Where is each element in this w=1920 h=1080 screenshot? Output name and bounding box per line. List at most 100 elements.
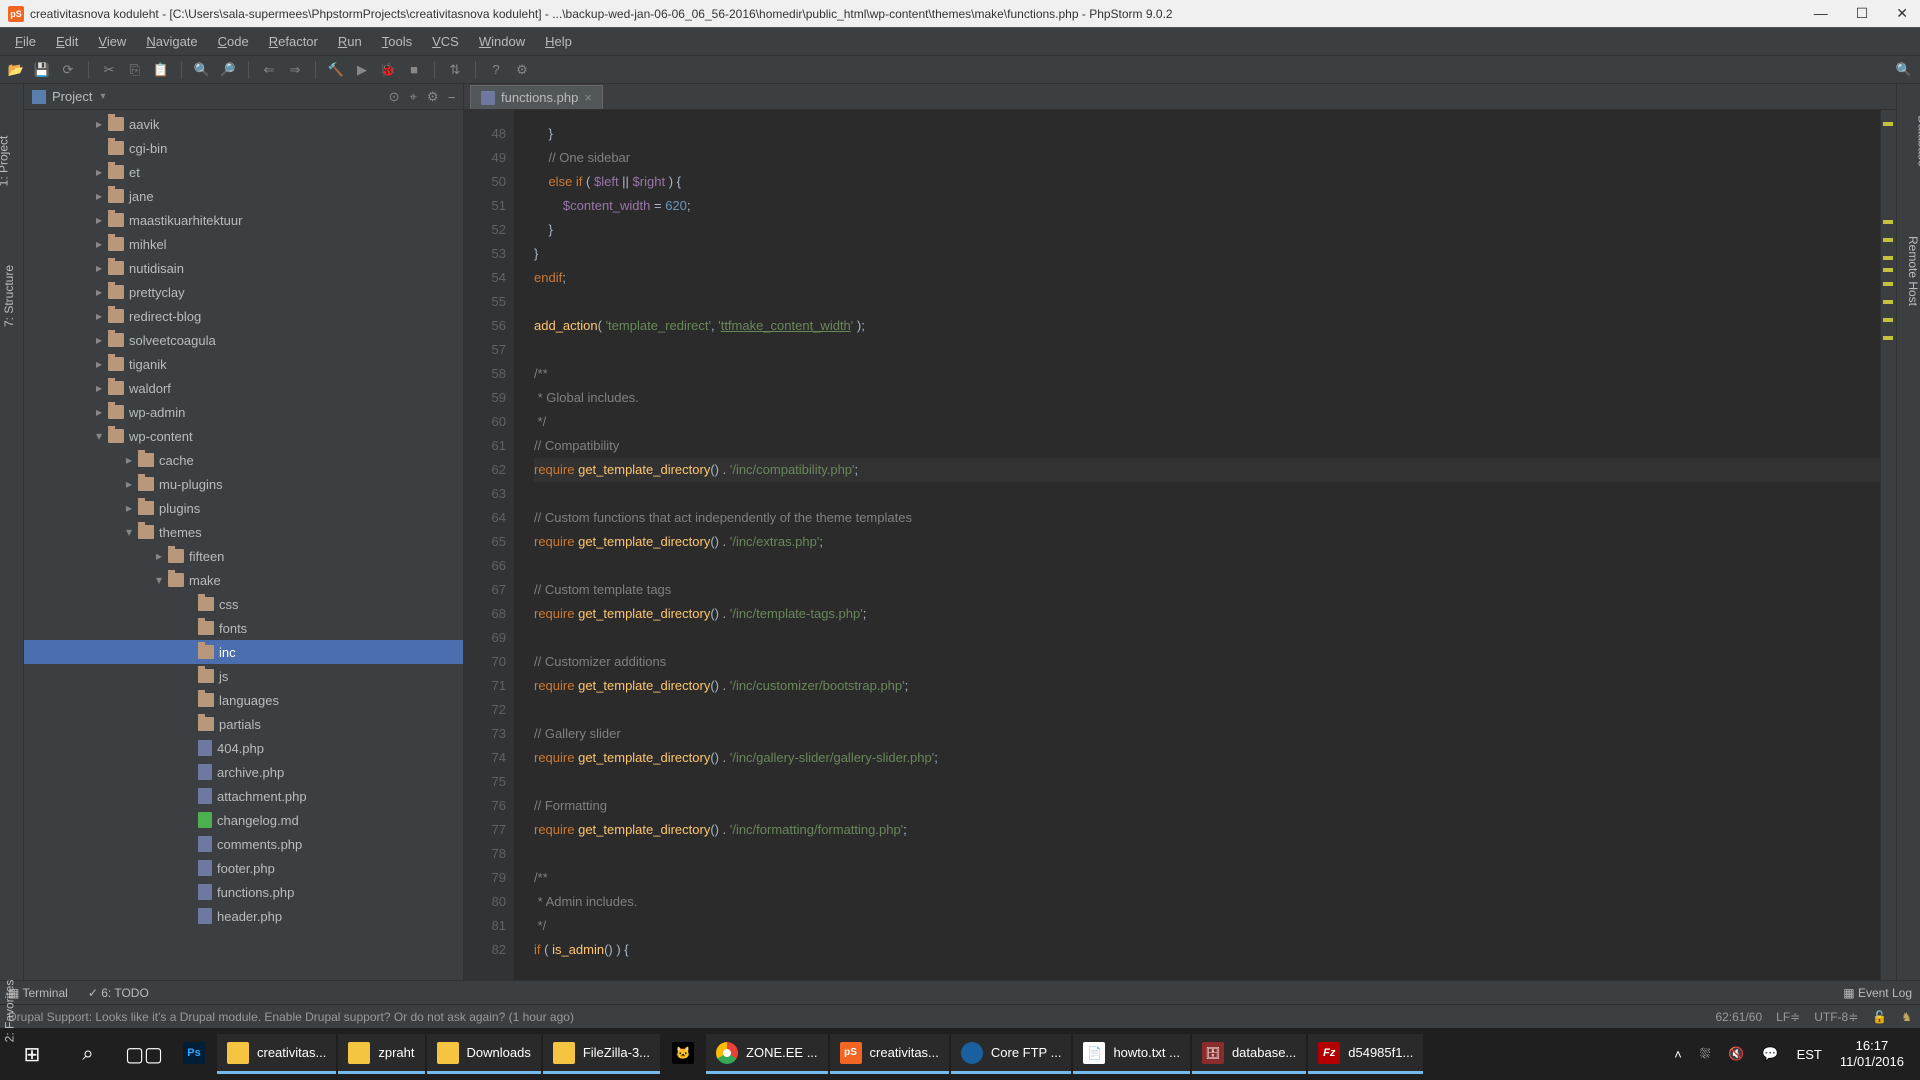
tray-clock[interactable]: 16:17 11/01/2016 — [1840, 1038, 1904, 1070]
tree-item-css[interactable]: css — [24, 592, 463, 616]
taskbar-task[interactable]: Core FTP ... — [951, 1034, 1072, 1074]
copy-icon[interactable]: ⎘ — [125, 60, 145, 80]
menu-refactor[interactable]: Refactor — [260, 30, 327, 53]
tree-item-nutidisain[interactable]: ▸nutidisain — [24, 256, 463, 280]
vcs-icon[interactable]: ⇅ — [445, 60, 465, 80]
taskbar-task[interactable]: 📄howto.txt ... — [1073, 1034, 1189, 1074]
rail-database[interactable]: Database — [1915, 115, 1920, 166]
tree-item-languages[interactable]: languages — [24, 688, 463, 712]
minimize-button[interactable]: — — [1814, 5, 1828, 22]
tree-item-fifteen[interactable]: ▸fifteen — [24, 544, 463, 568]
line-separator[interactable]: LF≑ — [1776, 1010, 1800, 1024]
taskbar-task[interactable]: FileZilla-3... — [543, 1034, 660, 1074]
tree-item-attachment-php[interactable]: attachment.php — [24, 784, 463, 808]
menu-run[interactable]: Run — [329, 30, 371, 53]
help-icon[interactable]: ? — [486, 60, 506, 80]
tree-item-make[interactable]: ▾make — [24, 568, 463, 592]
hector-icon[interactable]: ♞ — [1901, 1010, 1912, 1024]
rail-favorites[interactable]: 2: Favorites — [2, 980, 16, 1043]
locate-icon[interactable]: ⌖ — [410, 89, 417, 105]
rail-project[interactable]: 1: Project — [0, 136, 10, 187]
search-icon[interactable]: 🔍 — [1894, 60, 1914, 80]
taskbar-task[interactable]: zpraht — [338, 1034, 424, 1074]
sync-icon[interactable]: ⟳ — [58, 60, 78, 80]
taskbar-task[interactable]: ZONE.EE ... — [706, 1034, 828, 1074]
tree-item-wp-admin[interactable]: ▸wp-admin — [24, 400, 463, 424]
taskbar-task[interactable]: 🐱 — [662, 1034, 704, 1074]
tab-functions-php[interactable]: functions.php × — [470, 85, 603, 109]
tree-item-tiganik[interactable]: ▸tiganik — [24, 352, 463, 376]
menu-file[interactable]: File — [6, 30, 45, 53]
taskbar-task[interactable]: creativitas... — [217, 1034, 336, 1074]
project-dropdown-icon[interactable]: ▾ — [100, 91, 105, 102]
tree-item-et[interactable]: ▸et — [24, 160, 463, 184]
tray-chevron-icon[interactable]: ˄ — [1674, 1047, 1682, 1062]
error-stripe[interactable] — [1880, 110, 1896, 980]
tree-item-functions-php[interactable]: functions.php — [24, 880, 463, 904]
todo-tab[interactable]: ✓ 6: TODO — [88, 986, 149, 1000]
cursor-position[interactable]: 62:61/60 — [1715, 1010, 1762, 1024]
tree-item-jane[interactable]: ▸jane — [24, 184, 463, 208]
code-content[interactable]: } // One sidebar else if ( $left || $rig… — [514, 110, 1880, 980]
hide-icon[interactable]: ⎯ — [449, 89, 456, 105]
menu-tools[interactable]: Tools — [373, 30, 421, 53]
rail-structure[interactable]: 7: Structure — [2, 265, 16, 327]
tree-item-cache[interactable]: ▸cache — [24, 448, 463, 472]
replace-icon[interactable]: 🔎 — [218, 60, 238, 80]
menu-help[interactable]: Help — [536, 30, 581, 53]
settings-icon[interactable]: ⚙ — [427, 89, 439, 105]
taskbar-task[interactable]: Downloads — [427, 1034, 541, 1074]
terminal-tab[interactable]: ▦ Terminal — [8, 986, 68, 1000]
collapse-icon[interactable]: ⊙ — [389, 89, 400, 105]
tray-volume-icon[interactable]: 🔇 — [1728, 1046, 1744, 1062]
tree-item-themes[interactable]: ▾themes — [24, 520, 463, 544]
tray-network-icon[interactable]: ⛆ — [1700, 1046, 1710, 1062]
menu-edit[interactable]: Edit — [47, 30, 87, 53]
stop-icon[interactable]: ■ — [404, 60, 424, 80]
rail-remote-host[interactable]: Remote Host — [1906, 236, 1920, 306]
menu-vcs[interactable]: VCS — [423, 30, 468, 53]
settings-icon[interactable]: ⚙ — [512, 60, 532, 80]
save-icon[interactable]: 💾 — [32, 60, 52, 80]
tray-notifications-icon[interactable]: 💬 — [1762, 1046, 1778, 1062]
tree-item-changelog-md[interactable]: changelog.md — [24, 808, 463, 832]
find-icon[interactable]: 🔍 — [192, 60, 212, 80]
tree-item-plugins[interactable]: ▸plugins — [24, 496, 463, 520]
run-icon[interactable]: ▶ — [352, 60, 372, 80]
tree-item-header-php[interactable]: header.php — [24, 904, 463, 928]
search-button[interactable]: ⌕ — [60, 1028, 116, 1080]
menu-view[interactable]: View — [89, 30, 135, 53]
tree-item-prettyclay[interactable]: ▸prettyclay — [24, 280, 463, 304]
status-message[interactable]: Drupal Support: Looks like it's a Drupal… — [8, 1010, 574, 1024]
taskbar-task[interactable]: Ps — [173, 1034, 215, 1074]
tree-item-redirect-blog[interactable]: ▸redirect-blog — [24, 304, 463, 328]
project-label[interactable]: Project — [52, 89, 92, 104]
tree-item-footer-php[interactable]: footer.php — [24, 856, 463, 880]
debug-icon[interactable]: 🐞 — [378, 60, 398, 80]
event-log-tab[interactable]: ▦ Event Log — [1843, 986, 1912, 1000]
file-encoding[interactable]: UTF-8≑ — [1814, 1010, 1858, 1024]
line-gutter[interactable]: 4849505152535455565758596061626364656667… — [464, 110, 514, 980]
tree-item-partials[interactable]: partials — [24, 712, 463, 736]
menu-navigate[interactable]: Navigate — [137, 30, 206, 53]
taskbar-task[interactable]: 🗄database... — [1192, 1034, 1306, 1074]
task-view-button[interactable]: ▢▢ — [116, 1028, 172, 1080]
tree-item-inc[interactable]: inc — [24, 640, 463, 664]
paste-icon[interactable]: 📋 — [151, 60, 171, 80]
menu-code[interactable]: Code — [209, 30, 258, 53]
cut-icon[interactable]: ✂ — [99, 60, 119, 80]
open-icon[interactable]: 📂 — [6, 60, 26, 80]
close-button[interactable]: ✕ — [1896, 5, 1908, 22]
tree-item-comments-php[interactable]: comments.php — [24, 832, 463, 856]
readonly-icon[interactable]: 🔓 — [1872, 1010, 1887, 1024]
project-tree[interactable]: ▸aavikcgi-bin▸et▸jane▸maastikuarhitektuu… — [24, 110, 463, 980]
taskbar-task[interactable]: pScreativitas... — [830, 1034, 949, 1074]
tray-language[interactable]: EST — [1797, 1047, 1822, 1062]
back-icon[interactable]: ⇐ — [259, 60, 279, 80]
taskbar-task[interactable]: Fzd54985f1... — [1308, 1034, 1423, 1074]
tree-item-mihkel[interactable]: ▸mihkel — [24, 232, 463, 256]
tree-item-maastikuarhitektuur[interactable]: ▸maastikuarhitektuur — [24, 208, 463, 232]
tree-item-404-php[interactable]: 404.php — [24, 736, 463, 760]
close-icon[interactable]: × — [584, 90, 592, 105]
tree-item-fonts[interactable]: fonts — [24, 616, 463, 640]
